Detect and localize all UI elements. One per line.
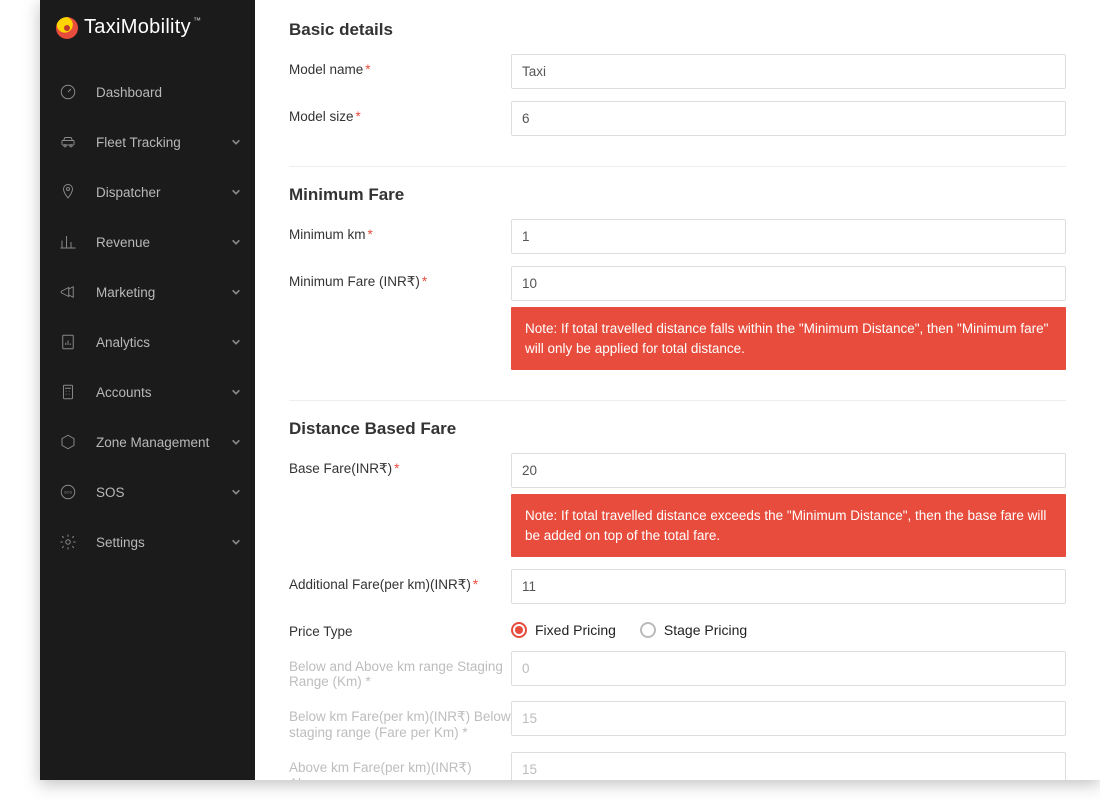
sidebar-item-settings[interactable]: Settings: [40, 517, 255, 567]
row-minimum-fare: Minimum Fare (INR₹)* Note: If total trav…: [289, 266, 1066, 370]
row-model-size: Model size*: [289, 101, 1066, 136]
minimum-fare-note: Note: If total travelled distance falls …: [511, 307, 1066, 370]
megaphone-icon: [58, 282, 78, 302]
sidebar-item-dashboard[interactable]: Dashboard: [40, 67, 255, 117]
sidebar-item-accounts[interactable]: Accounts: [40, 367, 255, 417]
chevron-down-icon: [231, 135, 241, 150]
hexagon-icon: [58, 432, 78, 452]
sidebar-item-sos[interactable]: SOS SOS: [40, 467, 255, 517]
section-title-distance-fare: Distance Based Fare: [289, 419, 1066, 439]
label-model-name: Model name*: [289, 54, 511, 77]
label-base-fare: Base Fare(INR₹)*: [289, 453, 511, 477]
chevron-down-icon: [231, 385, 241, 400]
section-title-minimum-fare: Minimum Fare: [289, 185, 1066, 205]
brand-name: TaxiMobility™: [84, 16, 201, 39]
base-fare-note: Note: If total travelled distance exceed…: [511, 494, 1066, 557]
label-minimum-fare: Minimum Fare (INR₹)*: [289, 266, 511, 290]
chevron-down-icon: [231, 185, 241, 200]
radio-icon: [640, 622, 656, 638]
document-chart-icon: [58, 332, 78, 352]
label-staging-range: Below and Above km range Staging Range (…: [289, 651, 511, 689]
sidebar-item-label: Dashboard: [96, 85, 162, 100]
row-above-km-fare: Above km Fare(per km)(INR₹) Above: [289, 752, 1066, 780]
gauge-icon: [58, 82, 78, 102]
radio-fixed-pricing[interactable]: Fixed Pricing: [511, 622, 616, 638]
row-base-fare: Base Fare(INR₹)* Note: If total travelle…: [289, 453, 1066, 557]
row-staging-range: Below and Above km range Staging Range (…: [289, 651, 1066, 689]
above-km-fare-input: [511, 752, 1066, 780]
main-content: Basic details Model name* Model size* Mi…: [255, 0, 1100, 780]
car-icon: [58, 132, 78, 152]
sidebar-item-label: Accounts: [96, 385, 152, 400]
chevron-down-icon: [231, 435, 241, 450]
sidebar-item-label: Fleet Tracking: [96, 135, 181, 150]
sidebar-item-analytics[interactable]: Analytics: [40, 317, 255, 367]
sidebar-item-dispatcher[interactable]: Dispatcher: [40, 167, 255, 217]
sidebar-nav: Dashboard Fleet Tracking Dispatcher: [40, 59, 255, 780]
label-price-type: Price Type: [289, 616, 511, 639]
model-name-input[interactable]: [511, 54, 1066, 89]
staging-range-input: [511, 651, 1066, 686]
sidebar: TaxiMobility™ Dashboard Fleet Tracking: [40, 0, 255, 780]
sidebar-item-label: Zone Management: [96, 435, 209, 450]
app-frame: TaxiMobility™ Dashboard Fleet Tracking: [40, 0, 1100, 780]
row-price-type: Price Type Fixed Pricing Stage Pricing: [289, 616, 1066, 639]
label-above-km-fare: Above km Fare(per km)(INR₹) Above: [289, 752, 511, 780]
row-minimum-km: Minimum km*: [289, 219, 1066, 254]
minimum-fare-input[interactable]: [511, 266, 1066, 301]
section-title-basic: Basic details: [289, 20, 1066, 40]
row-model-name: Model name*: [289, 54, 1066, 89]
sidebar-item-fleet-tracking[interactable]: Fleet Tracking: [40, 117, 255, 167]
sidebar-item-revenue[interactable]: Revenue: [40, 217, 255, 267]
sidebar-item-label: Settings: [96, 535, 145, 550]
row-below-km-fare: Below km Fare(per km)(INR₹) Below stagin…: [289, 701, 1066, 740]
sidebar-item-zone-management[interactable]: Zone Management: [40, 417, 255, 467]
brand-logo: TaxiMobility™: [40, 0, 255, 59]
divider: [289, 400, 1066, 401]
row-additional-fare: Additional Fare(per km)(INR₹)*: [289, 569, 1066, 604]
base-fare-input[interactable]: [511, 453, 1066, 488]
radio-label: Stage Pricing: [664, 622, 747, 638]
sidebar-item-label: SOS: [96, 485, 125, 500]
svg-text:SOS: SOS: [64, 491, 72, 495]
chevron-down-icon: [231, 235, 241, 250]
sidebar-item-label: Revenue: [96, 235, 150, 250]
gear-icon: [58, 532, 78, 552]
chevron-down-icon: [231, 535, 241, 550]
additional-fare-input[interactable]: [511, 569, 1066, 604]
radio-icon: [511, 622, 527, 638]
price-type-radio-group: Fixed Pricing Stage Pricing: [511, 616, 1066, 638]
label-minimum-km: Minimum km*: [289, 219, 511, 242]
brand-mark-icon: [56, 17, 78, 39]
sos-icon: SOS: [58, 482, 78, 502]
model-size-input[interactable]: [511, 101, 1066, 136]
sidebar-item-label: Dispatcher: [96, 185, 161, 200]
chevron-down-icon: [231, 335, 241, 350]
radio-stage-pricing[interactable]: Stage Pricing: [640, 622, 747, 638]
label-model-size: Model size*: [289, 101, 511, 124]
bar-chart-icon: [58, 232, 78, 252]
below-km-fare-input: [511, 701, 1066, 736]
sidebar-item-label: Analytics: [96, 335, 150, 350]
label-below-km-fare: Below km Fare(per km)(INR₹) Below stagin…: [289, 701, 511, 740]
label-additional-fare: Additional Fare(per km)(INR₹)*: [289, 569, 511, 593]
map-pin-icon: [58, 182, 78, 202]
sidebar-item-marketing[interactable]: Marketing: [40, 267, 255, 317]
calculator-icon: [58, 382, 78, 402]
chevron-down-icon: [231, 285, 241, 300]
divider: [289, 166, 1066, 167]
minimum-km-input[interactable]: [511, 219, 1066, 254]
sidebar-item-label: Marketing: [96, 285, 155, 300]
chevron-down-icon: [231, 485, 241, 500]
radio-label: Fixed Pricing: [535, 622, 616, 638]
